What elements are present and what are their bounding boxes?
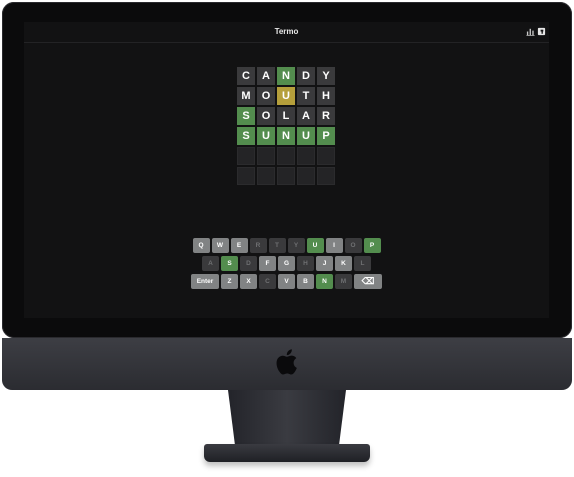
key-b[interactable]: B	[297, 274, 314, 289]
letter-tile-correct: U	[297, 127, 315, 145]
empty-tile	[297, 147, 315, 165]
enter-key[interactable]: Enter	[191, 274, 219, 289]
key-j[interactable]: J	[316, 256, 333, 271]
key-q[interactable]: Q	[192, 238, 210, 253]
letter-tile-absent: R	[317, 107, 335, 125]
letter-tile-correct: S	[237, 127, 255, 145]
app-title: Termo	[274, 27, 299, 36]
key-w[interactable]: W	[211, 238, 229, 253]
letter-tile-absent: H	[317, 87, 335, 105]
letter-tile-absent: A	[257, 67, 275, 85]
apple-logo-icon	[276, 349, 297, 375]
letter-tile-absent: T	[297, 87, 315, 105]
key-v[interactable]: V	[278, 274, 295, 289]
key-s[interactable]: S	[221, 256, 238, 271]
letter-tile-absent: M	[237, 87, 255, 105]
empty-tile	[277, 147, 295, 165]
key-o[interactable]: O	[344, 238, 362, 253]
board-row	[237, 167, 337, 185]
empty-tile	[317, 167, 335, 185]
letter-tile-absent: Y	[317, 67, 335, 85]
key-x[interactable]: X	[240, 274, 257, 289]
key-l[interactable]: L	[354, 256, 371, 271]
key-d[interactable]: D	[240, 256, 257, 271]
game-board: CANDYMOUTHSOLARSUNUP	[237, 67, 337, 187]
letter-tile-absent: L	[277, 107, 295, 125]
help-icon[interactable]	[537, 27, 546, 36]
key-z[interactable]: Z	[221, 274, 238, 289]
key-k[interactable]: K	[335, 256, 352, 271]
key-h[interactable]: H	[297, 256, 314, 271]
letter-tile-correct: N	[277, 127, 295, 145]
stats-icon[interactable]	[526, 27, 535, 36]
app-header: Termo	[24, 22, 549, 43]
empty-tile	[237, 147, 255, 165]
key-a[interactable]: A	[202, 256, 219, 271]
letter-tile-absent: A	[297, 107, 315, 125]
letter-tile-absent: D	[297, 67, 315, 85]
app-screen: Termo CANDYMOUTHSOLARSUNUP QWERTYUIOPASD…	[24, 22, 549, 318]
empty-tile	[257, 167, 275, 185]
letter-tile-correct: S	[237, 107, 255, 125]
empty-tile	[277, 167, 295, 185]
key-r[interactable]: R	[249, 238, 267, 253]
key-f[interactable]: F	[259, 256, 276, 271]
letter-tile-correct: P	[317, 127, 335, 145]
key-u[interactable]: U	[306, 238, 324, 253]
board-row: SOLAR	[237, 107, 337, 125]
letter-tile-absent: O	[257, 87, 275, 105]
key-m[interactable]: M	[335, 274, 352, 289]
board-row: CANDY	[237, 67, 337, 85]
keyboard-row: ASDFGHJKL	[24, 256, 549, 271]
key-y[interactable]: Y	[287, 238, 305, 253]
letter-tile-present: U	[277, 87, 295, 105]
on-screen-keyboard: Q W E R T Y U I O P A S D F G H J K L Enter Z X C V B N M ⌫	[24, 238, 549, 292]
keyboard-row: Enter Z X C V B N M ⌫	[24, 274, 549, 289]
board-row: MOUTH	[237, 87, 337, 105]
letter-tile-absent: O	[257, 107, 275, 125]
key-p[interactable]: P	[363, 238, 381, 253]
empty-tile	[317, 147, 335, 165]
keyboard-row: QWERTYUIOP	[24, 238, 549, 253]
board-row: SUNUP	[237, 127, 337, 145]
key-c[interactable]: C	[259, 274, 276, 289]
monitor-stand-base	[204, 444, 370, 462]
empty-tile	[237, 167, 255, 185]
key-e[interactable]: E	[230, 238, 248, 253]
empty-tile	[257, 147, 275, 165]
letter-tile-correct: U	[257, 127, 275, 145]
board-row	[237, 147, 337, 165]
letter-tile-correct: N	[277, 67, 295, 85]
key-g[interactable]: G	[278, 256, 295, 271]
letter-tile-absent: C	[237, 67, 255, 85]
monitor-stand-neck	[228, 390, 346, 446]
backspace-icon: ⌫	[361, 276, 375, 286]
key-t[interactable]: T	[268, 238, 286, 253]
backspace-key[interactable]: ⌫	[354, 274, 382, 289]
key-n[interactable]: N	[316, 274, 333, 289]
key-i[interactable]: I	[325, 238, 343, 253]
empty-tile	[297, 167, 315, 185]
